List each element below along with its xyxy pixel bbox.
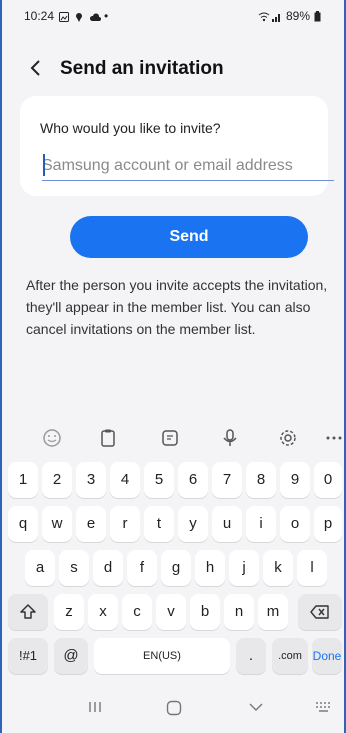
battery-icon: [314, 11, 324, 22]
gallery-icon: [59, 11, 70, 22]
done-key[interactable]: Done: [312, 638, 342, 674]
invite-email-input[interactable]: [42, 152, 334, 181]
key[interactable]: c: [122, 594, 152, 630]
key[interactable]: b: [190, 594, 220, 630]
key[interactable]: t: [144, 506, 174, 542]
shift-key[interactable]: [8, 594, 48, 630]
com-key[interactable]: .com: [272, 638, 308, 674]
key[interactable]: d: [93, 550, 123, 586]
backspace-icon: [310, 603, 330, 620]
system-nav-bar: [2, 688, 344, 733]
key[interactable]: 4: [110, 462, 140, 498]
symbols-key[interactable]: !#1: [8, 638, 48, 674]
invite-card: Who would you like to invite?: [20, 96, 334, 196]
keyboard: 1 2 3 4 5 6 7 8 9 0 q w e r t y u i o p …: [2, 458, 344, 688]
more-options-icon[interactable]: [324, 428, 344, 448]
key[interactable]: k: [263, 550, 293, 586]
key[interactable]: 1: [8, 462, 38, 498]
key[interactable]: x: [88, 594, 118, 630]
backspace-key[interactable]: [298, 594, 342, 630]
key[interactable]: f: [127, 550, 157, 586]
location-icon: [74, 11, 84, 22]
key[interactable]: 6: [178, 462, 208, 498]
space-key[interactable]: EN(US): [94, 638, 230, 674]
key[interactable]: i: [246, 506, 276, 542]
key[interactable]: p: [314, 506, 342, 542]
key[interactable]: h: [195, 550, 225, 586]
home-icon[interactable]: [166, 700, 182, 721]
dot-icon: •: [104, 9, 109, 23]
keyboard-grid-icon[interactable]: [316, 700, 332, 719]
cloud-icon: [89, 11, 102, 21]
gear-icon[interactable]: [278, 428, 298, 448]
keyboard-row-3: z x c v b n m: [8, 594, 342, 632]
key[interactable]: a: [25, 550, 55, 586]
signal-icon: [271, 11, 282, 22]
keyboard-row-2: a s d f g h j k l: [8, 550, 342, 588]
text-cursor: [43, 154, 45, 176]
key[interactable]: 0: [314, 462, 342, 498]
key[interactable]: o: [280, 506, 310, 542]
recent-apps-icon[interactable]: [88, 700, 102, 719]
wifi-icon: [258, 11, 270, 22]
battery-percent: 89%: [285, 9, 310, 23]
key[interactable]: m: [258, 594, 288, 630]
key[interactable]: 3: [76, 462, 106, 498]
dot-key[interactable]: .: [236, 638, 266, 674]
chevron-left-icon[interactable]: [24, 56, 48, 80]
keyboard-row-bottom: !#1 @ EN(US) . .com Done: [8, 638, 342, 676]
status-bar: 10:24 • 89%: [2, 0, 344, 34]
key[interactable]: q: [8, 506, 38, 542]
sticker-icon[interactable]: [160, 428, 180, 448]
key[interactable]: 5: [144, 462, 174, 498]
page-title: Send an invitation: [60, 58, 224, 79]
key[interactable]: r: [110, 506, 140, 542]
key[interactable]: 9: [280, 462, 310, 498]
chevron-down-icon[interactable]: [248, 700, 264, 719]
microphone-icon[interactable]: [220, 428, 240, 448]
send-button[interactable]: Send: [70, 216, 308, 258]
app-frame: 10:24 • 89% Send an invitation Who would…: [0, 0, 346, 733]
emoji-icon[interactable]: [42, 428, 62, 448]
invite-question: Who would you like to invite?: [40, 120, 221, 136]
clipboard-icon[interactable]: [98, 428, 118, 448]
key[interactable]: v: [156, 594, 186, 630]
info-text: After the person you invite accepts the …: [26, 277, 328, 337]
key[interactable]: n: [224, 594, 254, 630]
key[interactable]: s: [59, 550, 89, 586]
keyboard-number-row: 1 2 3 4 5 6 7 8 9 0: [8, 462, 342, 500]
key[interactable]: w: [42, 506, 72, 542]
key[interactable]: e: [76, 506, 106, 542]
key[interactable]: u: [212, 506, 242, 542]
key[interactable]: 8: [246, 462, 276, 498]
key[interactable]: l: [297, 550, 327, 586]
key[interactable]: j: [229, 550, 259, 586]
key[interactable]: g: [161, 550, 191, 586]
key[interactable]: 2: [42, 462, 72, 498]
shift-arrow-icon: [19, 603, 37, 620]
key[interactable]: z: [54, 594, 84, 630]
key[interactable]: 7: [212, 462, 242, 498]
keyboard-row-1: q w e r t y u i o p: [8, 506, 342, 544]
status-time: 10:24: [24, 9, 55, 23]
at-key[interactable]: @: [54, 638, 88, 674]
keyboard-toolbar: [2, 418, 344, 458]
header: Send an invitation: [2, 52, 344, 88]
key[interactable]: y: [178, 506, 208, 542]
